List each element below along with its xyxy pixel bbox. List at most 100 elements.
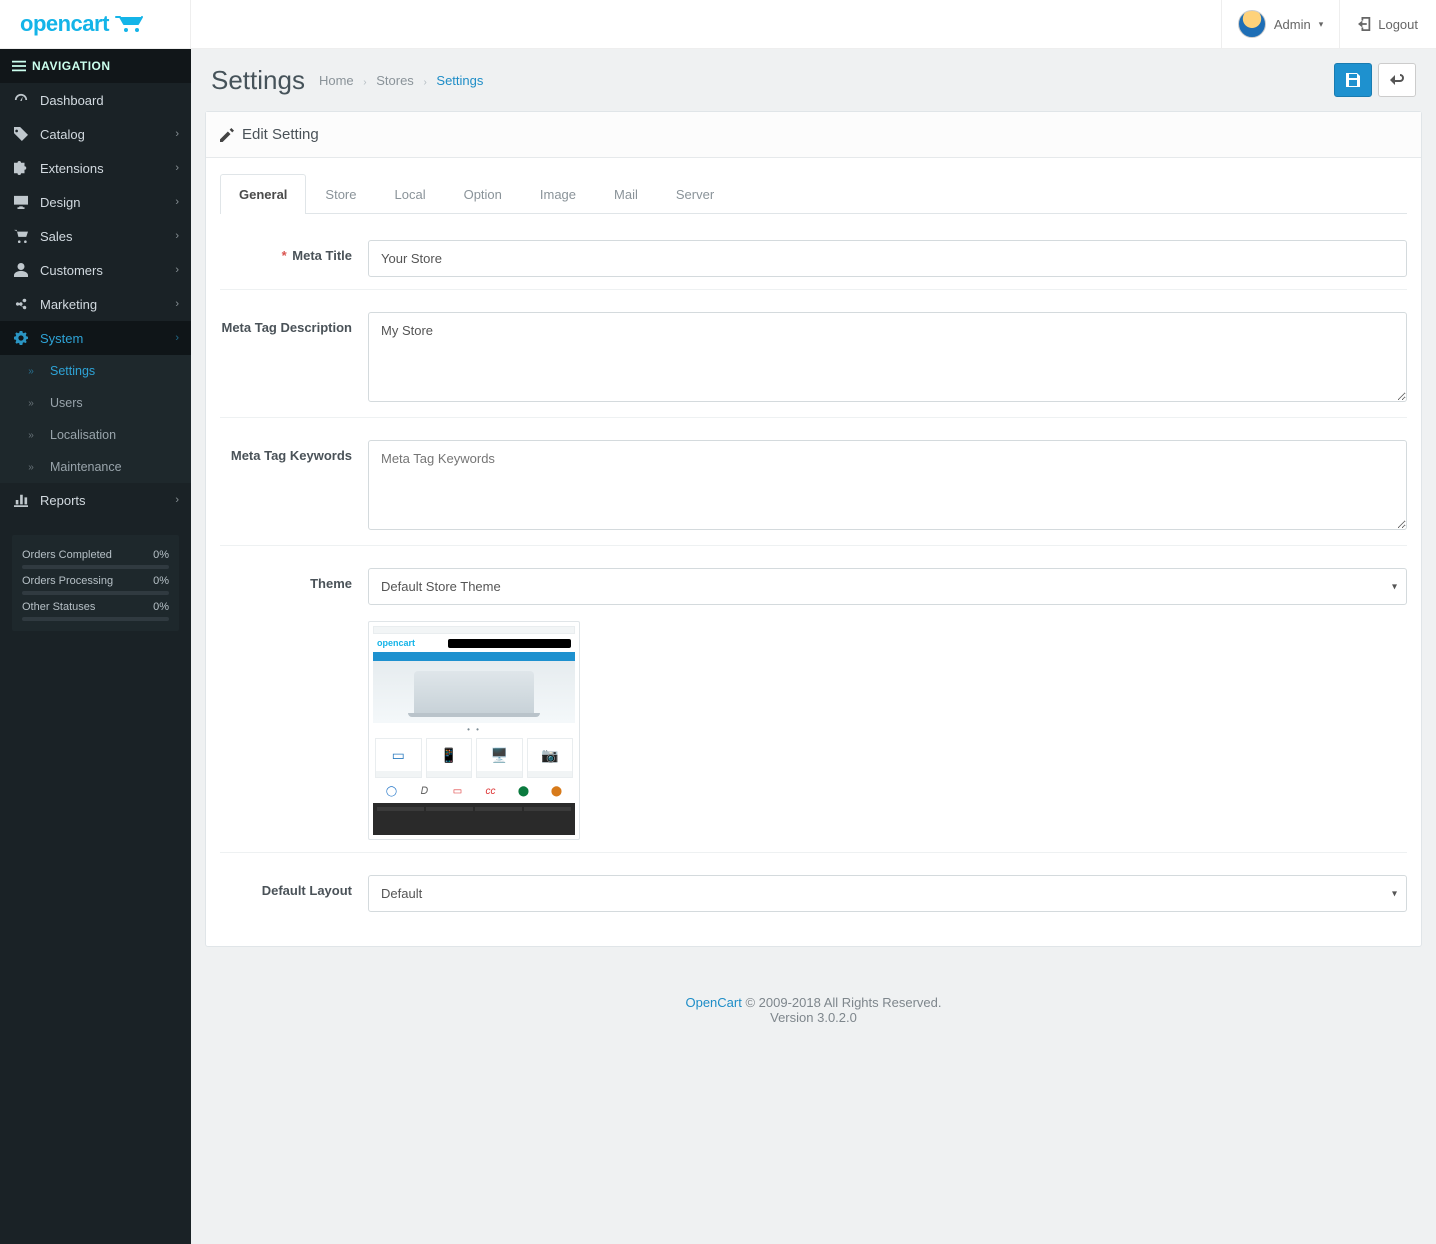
- header-right: Admin ▾ Logout: [1221, 0, 1436, 49]
- breadcrumb-home[interactable]: Home: [319, 73, 354, 88]
- arrow-right-icon: »: [22, 430, 40, 441]
- label-meta-title: * Meta Title: [220, 240, 368, 277]
- sidebar-item-sales[interactable]: Sales ›: [0, 219, 191, 253]
- cancel-button[interactable]: [1378, 63, 1416, 97]
- page-head: Settings Home › Stores › Settings: [191, 49, 1436, 111]
- chevron-right-icon: ›: [175, 298, 179, 310]
- sidebar-subitem-users[interactable]: » Users: [0, 387, 191, 419]
- tab-mail[interactable]: Mail: [595, 174, 657, 214]
- logout-label: Logout: [1378, 17, 1418, 32]
- stat-orders-completed: Orders Completed 0%: [22, 549, 169, 561]
- chevron-right-icon: ›: [175, 264, 179, 276]
- select-default-layout[interactable]: Default: [368, 875, 1407, 912]
- chevron-right-icon: ›: [175, 162, 179, 174]
- chevron-right-icon: ›: [175, 494, 179, 506]
- breadcrumb-current: Settings: [436, 73, 483, 88]
- tab-image[interactable]: Image: [521, 174, 595, 214]
- avatar: [1238, 10, 1266, 38]
- sidebar-item-customers[interactable]: Customers ›: [0, 253, 191, 287]
- breadcrumb: Home › Stores › Settings: [319, 73, 483, 88]
- main: Settings Home › Stores › Settings Edit: [191, 49, 1436, 1244]
- app-header: opencart Admin ▾ Logout: [0, 0, 1436, 49]
- nav-title-text: NAVIGATION: [32, 59, 111, 73]
- sidebar-item-extensions[interactable]: Extensions ›: [0, 151, 191, 185]
- logout-button[interactable]: Logout: [1339, 0, 1436, 49]
- save-icon: [1345, 72, 1361, 88]
- page-title: Settings: [211, 65, 305, 96]
- sidebar-item-reports[interactable]: Reports ›: [0, 483, 191, 517]
- select-theme[interactable]: Default Store Theme: [368, 568, 1407, 605]
- tag-icon: [12, 127, 30, 142]
- tab-general[interactable]: General: [220, 174, 306, 214]
- sidebar-item-catalog[interactable]: Catalog ›: [0, 117, 191, 151]
- logout-icon: [1358, 17, 1372, 31]
- stat-orders-processing: Orders Processing 0%: [22, 575, 169, 587]
- cart-icon: [115, 15, 145, 33]
- arrow-right-icon: »: [22, 462, 40, 473]
- label-default-layout: Default Layout: [220, 875, 368, 912]
- monitor-icon: [12, 195, 30, 210]
- sidebar-item-marketing[interactable]: Marketing ›: [0, 287, 191, 321]
- tab-server[interactable]: Server: [657, 174, 733, 214]
- label-meta-keywords: Meta Tag Keywords: [220, 440, 368, 533]
- arrow-right-icon: »: [22, 366, 40, 377]
- settings-panel: Edit Setting General Store Local Option …: [205, 111, 1422, 947]
- stats-box: Orders Completed 0% Orders Processing 0%…: [12, 535, 179, 631]
- dashboard-icon: [12, 93, 30, 108]
- gear-icon: [12, 331, 30, 346]
- footer-brand-link[interactable]: OpenCart: [685, 995, 741, 1010]
- textarea-meta-description[interactable]: My Store: [368, 312, 1407, 402]
- stat-other-statuses: Other Statuses 0%: [22, 601, 169, 613]
- row-meta-keywords: Meta Tag Keywords: [220, 417, 1407, 545]
- brand-logo[interactable]: opencart: [20, 11, 145, 37]
- nav-title: NAVIGATION: [0, 49, 191, 83]
- footer-version: Version 3.0.2.0: [191, 1010, 1436, 1025]
- logo-box: opencart: [0, 0, 191, 49]
- tab-local[interactable]: Local: [376, 174, 445, 214]
- panel-head: Edit Setting: [206, 112, 1421, 158]
- sidebar-subitem-localisation[interactable]: » Localisation: [0, 419, 191, 451]
- sidebar-item-design[interactable]: Design ›: [0, 185, 191, 219]
- row-meta-description: Meta Tag Description My Store: [220, 289, 1407, 417]
- sidebar-subitem-settings[interactable]: » Settings: [0, 355, 191, 387]
- user-name: Admin: [1274, 17, 1311, 32]
- back-icon: [1389, 72, 1405, 88]
- breadcrumb-stores[interactable]: Stores: [376, 73, 414, 88]
- brand-name: opencart: [20, 11, 109, 37]
- action-buttons: [1334, 63, 1416, 97]
- save-button[interactable]: [1334, 63, 1372, 97]
- label-meta-description: Meta Tag Description: [220, 312, 368, 405]
- chevron-right-icon: ›: [175, 196, 179, 208]
- system-submenu: » Settings » Users » Localisation » Main…: [0, 355, 191, 483]
- sidebar-item-dashboard[interactable]: Dashboard: [0, 83, 191, 117]
- pencil-icon: [220, 128, 234, 142]
- user-menu[interactable]: Admin ▾: [1221, 0, 1339, 49]
- chevron-right-icon: ›: [175, 230, 179, 242]
- label-theme: Theme: [220, 568, 368, 840]
- bars-icon: [12, 59, 26, 73]
- arrow-right-icon: »: [22, 398, 40, 409]
- caret-down-icon: ▾: [1319, 19, 1324, 30]
- tab-store[interactable]: Store: [306, 174, 375, 214]
- puzzle-icon: [12, 161, 30, 176]
- user-icon: [12, 263, 30, 278]
- sidebar-subitem-maintenance[interactable]: » Maintenance: [0, 451, 191, 483]
- tab-option[interactable]: Option: [445, 174, 521, 214]
- row-default-layout: Default Layout Default: [220, 852, 1407, 924]
- textarea-meta-keywords[interactable]: [368, 440, 1407, 530]
- row-meta-title: * Meta Title: [220, 214, 1407, 289]
- footer-copyright: © 2009-2018 All Rights Reserved.: [745, 995, 941, 1010]
- panel-body: General Store Local Option Image Mail Se…: [206, 158, 1421, 946]
- chevron-right-icon: ›: [175, 128, 179, 140]
- panel-title: Edit Setting: [242, 126, 319, 143]
- cart-icon: [12, 229, 30, 244]
- share-icon: [12, 297, 30, 312]
- chart-bar-icon: [12, 493, 30, 508]
- settings-tabs: General Store Local Option Image Mail Se…: [220, 174, 1407, 214]
- chevron-right-icon: ›: [175, 332, 179, 344]
- footer: OpenCart © 2009-2018 All Rights Reserved…: [191, 967, 1436, 1061]
- sidebar-item-system[interactable]: System ›: [0, 321, 191, 355]
- row-theme: Theme Default Store Theme opencart: [220, 545, 1407, 852]
- sidebar: NAVIGATION Dashboard Catalog › Extension…: [0, 49, 191, 1244]
- input-meta-title[interactable]: [368, 240, 1407, 277]
